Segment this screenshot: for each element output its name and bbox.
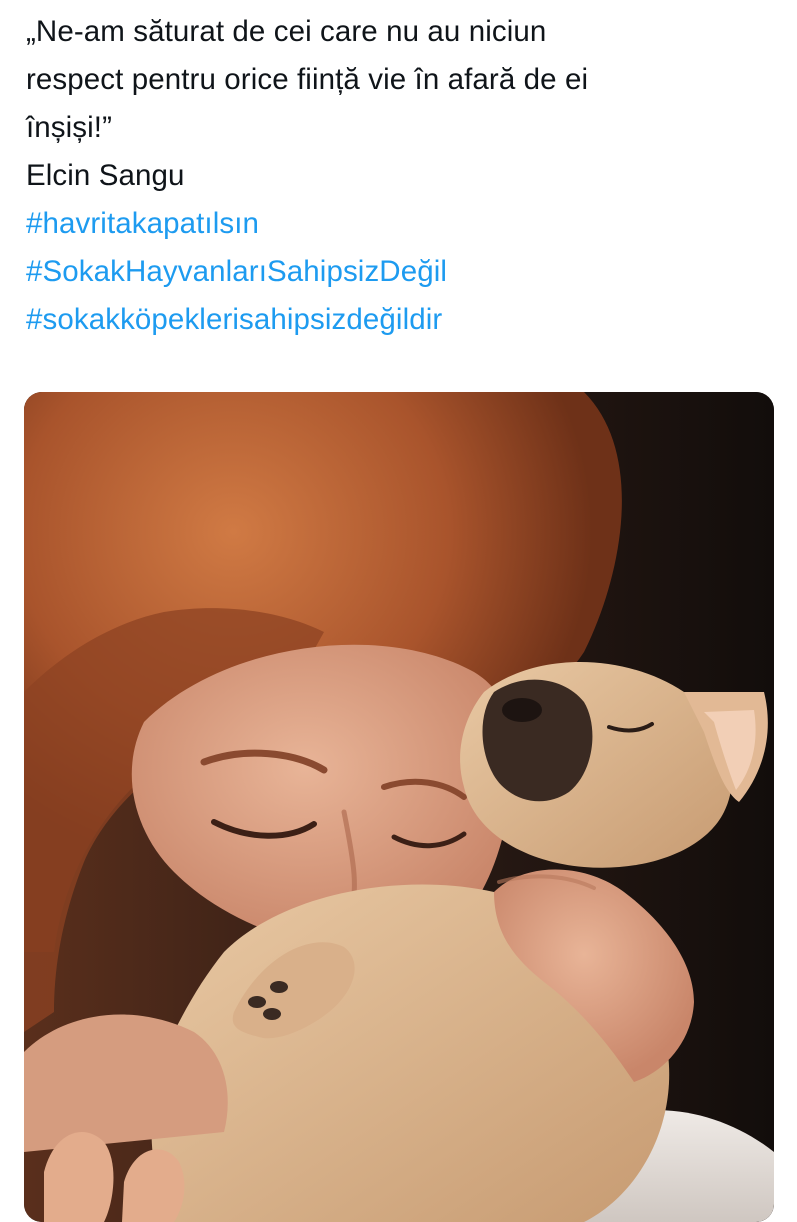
- tweet-author-credit: Elcin Sangu: [26, 159, 185, 192]
- hashtag-link-sokakkopekleri[interactable]: #sokakköpeklerisahipsizdeğildir: [26, 296, 776, 344]
- tweet-text-line: respect pentru orice ființă vie în afară…: [26, 63, 589, 96]
- tweet-media-photo[interactable]: [24, 392, 774, 1222]
- photo-illustration: [24, 392, 774, 1222]
- tweet-text-line: „Ne-am săturat de cei care nu au niciun: [26, 15, 547, 48]
- hashtag-link-havritakapatilsin[interactable]: #havritakapatılsın: [26, 200, 776, 248]
- hashtag-link-sokakhayvanlari[interactable]: #SokakHayvanlarıSahipsizDeğil: [26, 248, 776, 296]
- tweet-text: „Ne-am săturat de cei care nu au niciun …: [26, 8, 776, 344]
- tweet-text-line: înșiși!”: [26, 111, 113, 144]
